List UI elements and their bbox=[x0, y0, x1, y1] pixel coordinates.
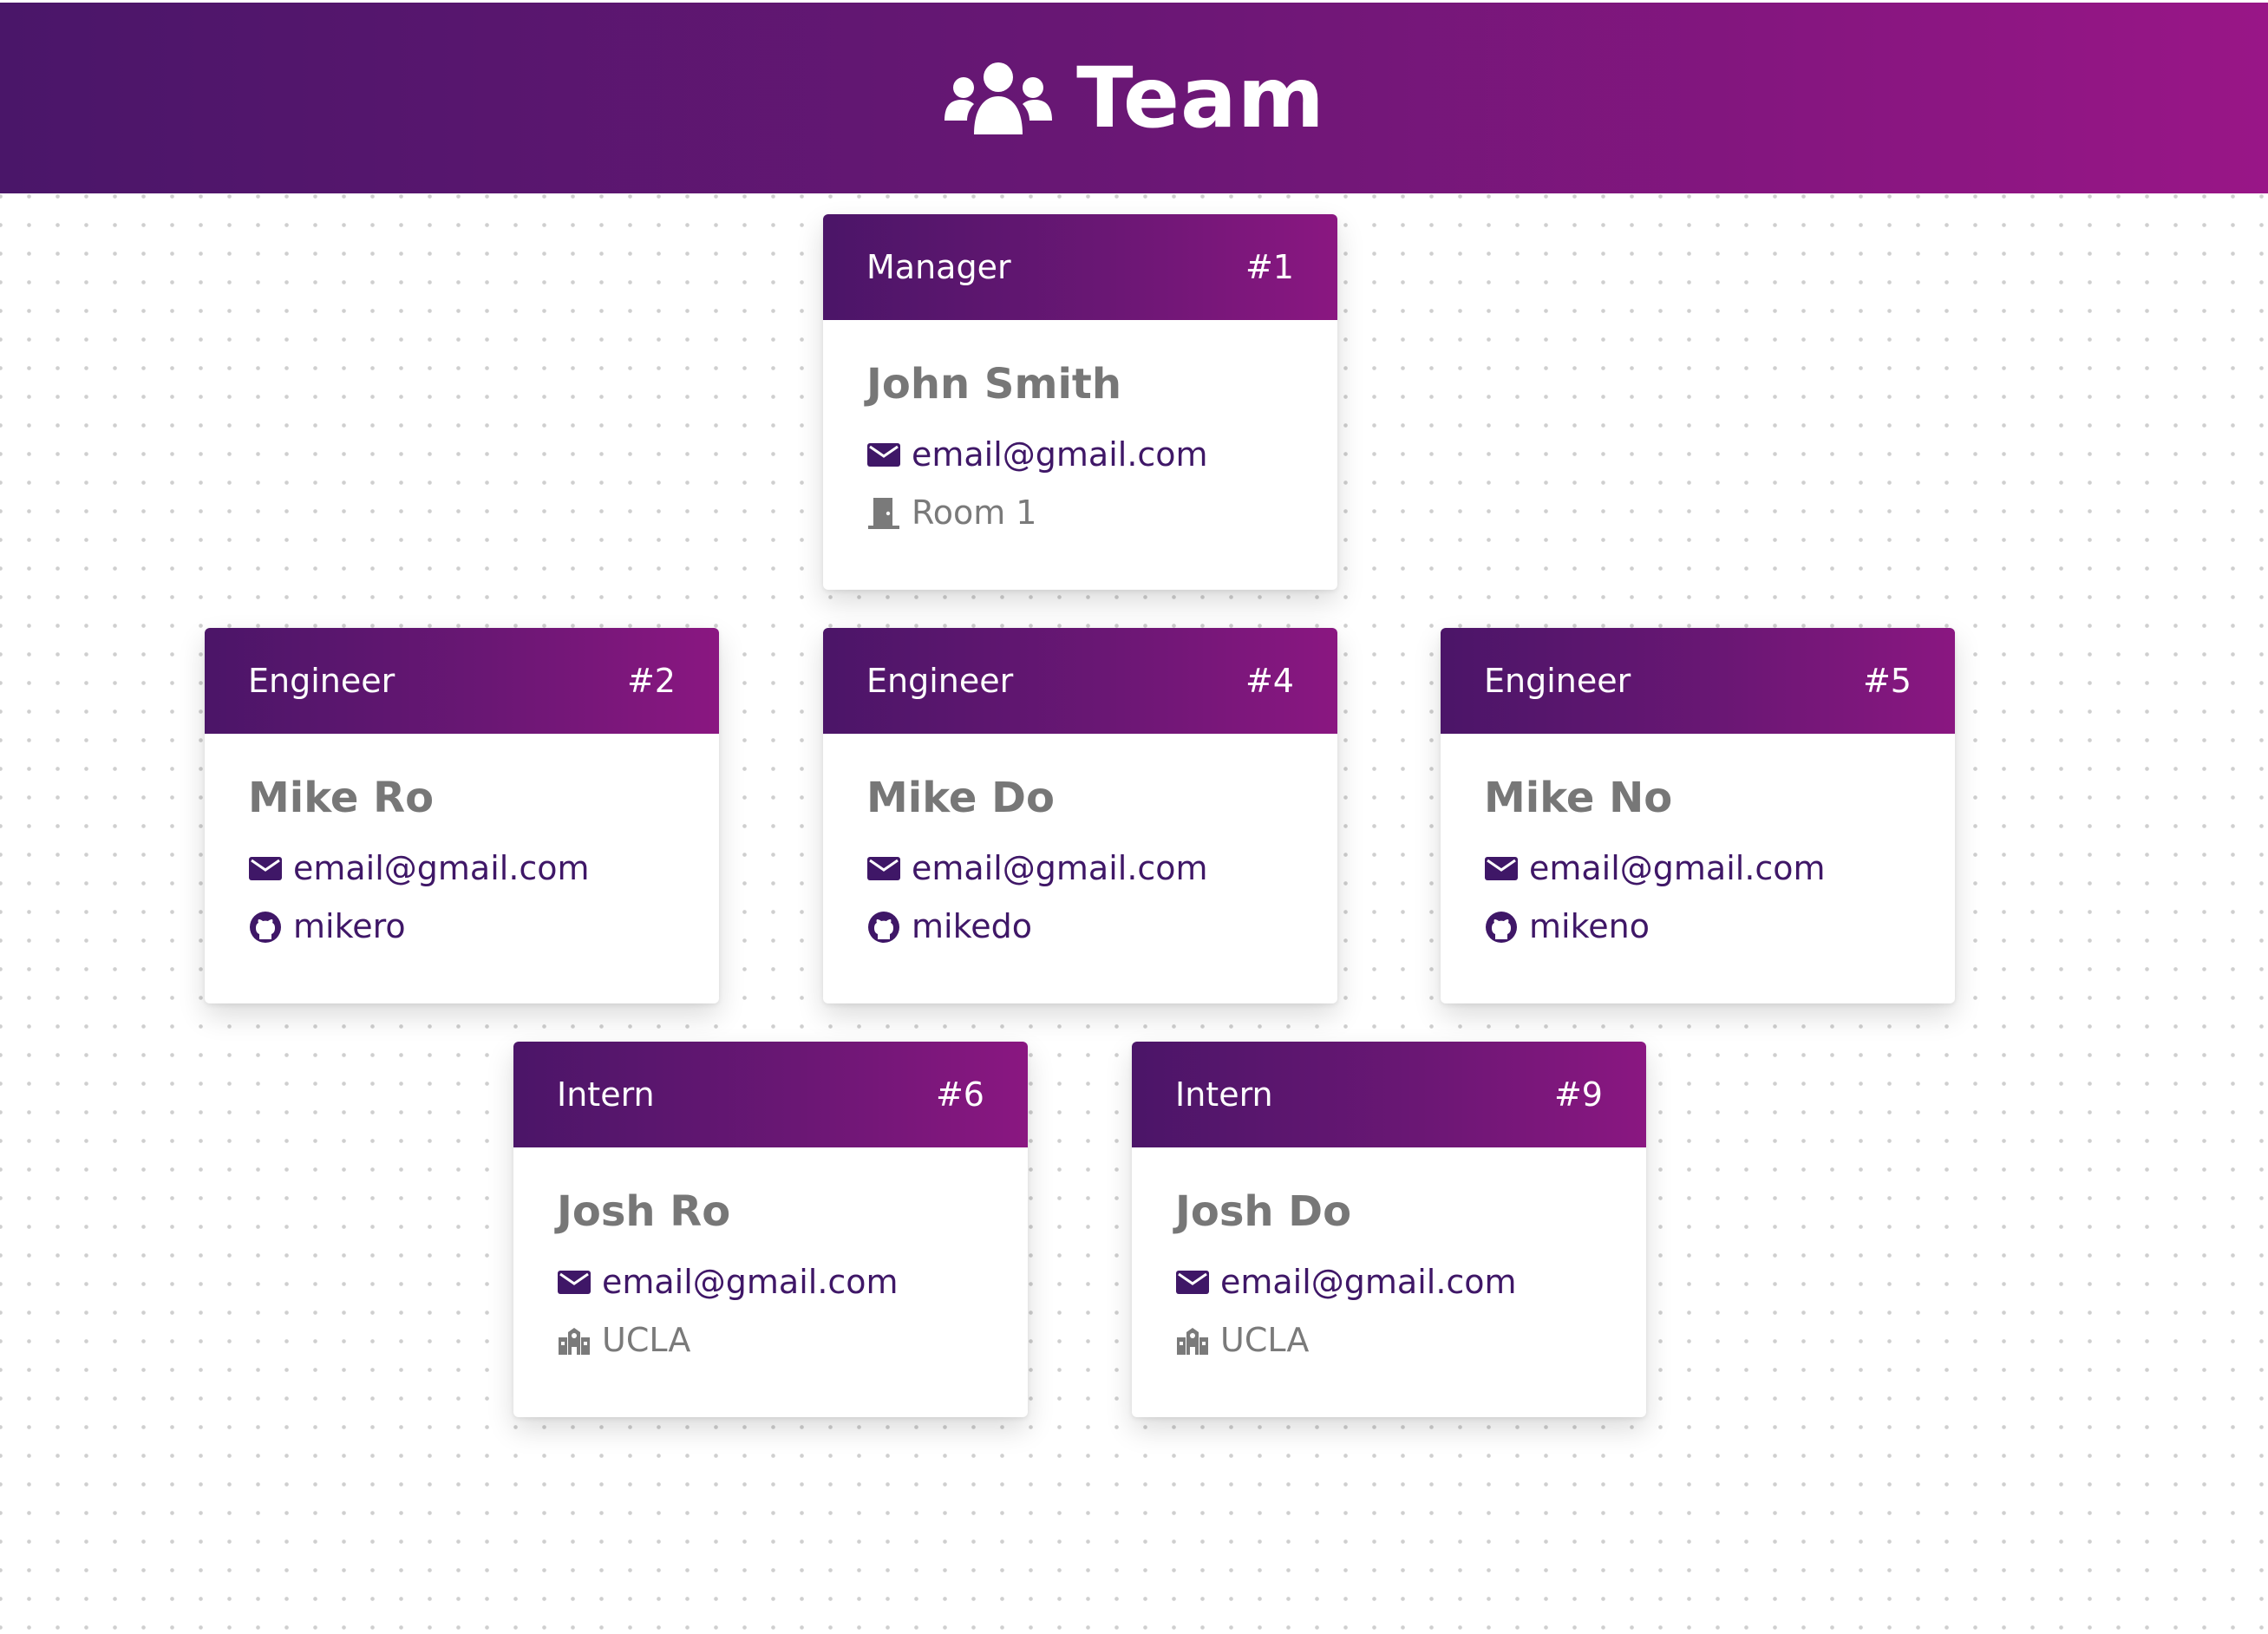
email-row: email@gmail.com bbox=[248, 847, 676, 890]
school-name: UCLA bbox=[1220, 1321, 1310, 1360]
card-header: Engineer #5 bbox=[1441, 628, 1955, 734]
school-icon bbox=[1177, 1327, 1208, 1355]
envelope-icon bbox=[867, 443, 900, 467]
employee-id: #5 bbox=[1862, 662, 1912, 700]
role-label: Intern bbox=[1175, 1075, 1273, 1114]
door-icon bbox=[868, 497, 899, 529]
email-row: email@gmail.com bbox=[1484, 847, 1912, 890]
card-body: Josh Do email@gmail.com UCLA bbox=[1132, 1147, 1646, 1363]
employee-name: Mike No bbox=[1484, 774, 1673, 822]
employee-name: Mike Ro bbox=[248, 774, 435, 822]
employee-name: Josh Do bbox=[1175, 1187, 1352, 1236]
card-body: Mike No email@gmail.com mikeno bbox=[1441, 734, 1955, 949]
school-row: UCLA bbox=[1175, 1319, 1603, 1362]
office-row: Room 1 bbox=[866, 492, 1294, 534]
email-link[interactable]: email@gmail.com bbox=[602, 1261, 899, 1304]
users-icon bbox=[944, 62, 1053, 134]
employee-id: #2 bbox=[626, 662, 676, 700]
card-header: Intern #9 bbox=[1132, 1042, 1646, 1147]
employee-id: #6 bbox=[935, 1075, 984, 1114]
email-row: email@gmail.com bbox=[557, 1261, 984, 1304]
github-username[interactable]: mikedo bbox=[912, 905, 1032, 948]
github-username[interactable]: mikeno bbox=[1529, 905, 1650, 948]
employee-card-engineer: Engineer #2 Mike Ro email@gmail.com mike… bbox=[205, 628, 719, 1003]
card-header: Intern #6 bbox=[513, 1042, 1028, 1147]
github-icon bbox=[250, 911, 281, 943]
school-row: UCLA bbox=[557, 1319, 984, 1362]
github-username[interactable]: mikero bbox=[293, 905, 406, 948]
envelope-icon bbox=[1485, 857, 1518, 881]
page-header: Team bbox=[0, 3, 2268, 193]
github-icon bbox=[868, 911, 899, 943]
envelope-icon bbox=[558, 1271, 591, 1295]
page-title: Team bbox=[1076, 49, 1325, 147]
github-row: mikero bbox=[248, 905, 676, 948]
employee-card-intern: Intern #9 Josh Do email@gmail.com UCLA bbox=[1132, 1042, 1646, 1417]
employee-name: John Smith bbox=[866, 360, 1122, 408]
office-number: Room 1 bbox=[912, 493, 1037, 533]
github-icon bbox=[1486, 911, 1517, 943]
card-body: Mike Ro email@gmail.com mikero bbox=[205, 734, 719, 949]
email-row: email@gmail.com bbox=[1175, 1261, 1603, 1304]
role-label: Manager bbox=[866, 248, 1011, 286]
employee-id: #9 bbox=[1553, 1075, 1603, 1114]
email-link[interactable]: email@gmail.com bbox=[1220, 1261, 1517, 1304]
github-row: mikeno bbox=[1484, 905, 1912, 948]
role-label: Intern bbox=[557, 1075, 655, 1114]
school-name: UCLA bbox=[602, 1321, 691, 1360]
email-link[interactable]: email@gmail.com bbox=[912, 434, 1208, 476]
employee-card-engineer: Engineer #5 Mike No email@gmail.com mike… bbox=[1441, 628, 1955, 1003]
employee-id: #4 bbox=[1245, 662, 1294, 700]
card-body: Josh Ro email@gmail.com UCLA bbox=[513, 1147, 1028, 1363]
employee-card-intern: Intern #6 Josh Ro email@gmail.com UCLA bbox=[513, 1042, 1028, 1417]
card-body: John Smith email@gmail.com Room 1 bbox=[823, 320, 1337, 535]
card-header: Engineer #4 bbox=[823, 628, 1337, 734]
role-label: Engineer bbox=[1484, 662, 1631, 700]
email-row: email@gmail.com bbox=[866, 434, 1294, 476]
employee-name: Mike Do bbox=[866, 774, 1055, 822]
email-link[interactable]: email@gmail.com bbox=[1529, 847, 1826, 890]
card-header: Engineer #2 bbox=[205, 628, 719, 734]
email-link[interactable]: email@gmail.com bbox=[912, 847, 1208, 890]
employee-card-engineer: Engineer #4 Mike Do email@gmail.com mike… bbox=[823, 628, 1337, 1003]
email-row: email@gmail.com bbox=[866, 847, 1294, 890]
envelope-icon bbox=[867, 857, 900, 881]
envelope-icon bbox=[1176, 1271, 1209, 1295]
email-link[interactable]: email@gmail.com bbox=[293, 847, 590, 890]
employee-name: Josh Ro bbox=[557, 1187, 731, 1236]
github-row: mikedo bbox=[866, 905, 1294, 948]
role-label: Engineer bbox=[866, 662, 1014, 700]
school-icon bbox=[559, 1327, 590, 1355]
role-label: Engineer bbox=[248, 662, 395, 700]
employee-id: #1 bbox=[1245, 248, 1294, 286]
card-header: Manager #1 bbox=[823, 214, 1337, 320]
card-body: Mike Do email@gmail.com mikedo bbox=[823, 734, 1337, 949]
header-title-group: Team bbox=[943, 56, 1325, 140]
employee-card-manager: Manager #1 John Smith email@gmail.com Ro… bbox=[823, 214, 1337, 590]
envelope-icon bbox=[249, 857, 282, 881]
